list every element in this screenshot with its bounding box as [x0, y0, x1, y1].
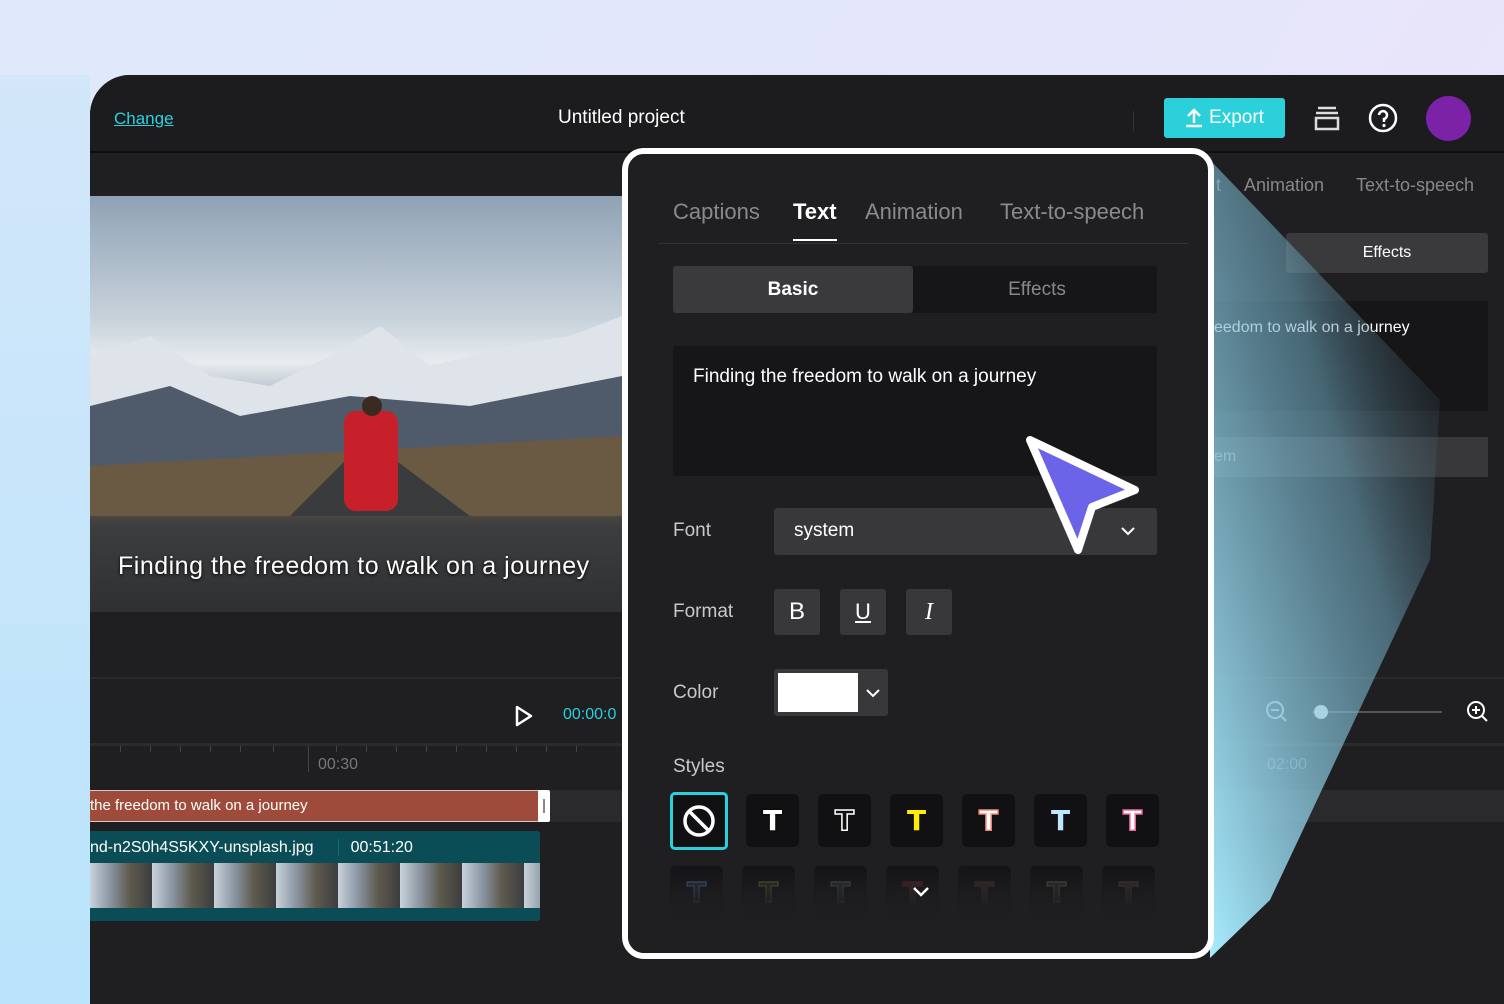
font-label: Font — [673, 520, 712, 541]
clip-filename: nd-n2S0h4S5KXY-unsplash.jpg — [90, 839, 314, 856]
basic-effects-toggle: Basic Effects — [673, 266, 1157, 313]
export-button[interactable]: Export — [1164, 98, 1285, 138]
background-text-panel: t Animation Text-to-speech Effects eedom… — [1210, 159, 1504, 759]
page-background — [0, 75, 90, 1004]
zoom-slider[interactable] — [1312, 711, 1442, 713]
italic-button[interactable]: I — [906, 589, 952, 635]
effects-segment[interactable]: Effects — [917, 266, 1157, 313]
tab-text-to-speech[interactable]: Text-to-speech — [1356, 175, 1474, 196]
project-title[interactable]: Untitled project — [558, 107, 685, 129]
help-icon[interactable] — [1368, 103, 1398, 133]
tab-text[interactable]: Text — [793, 199, 837, 241]
tab-animation[interactable]: Animation — [1244, 175, 1324, 196]
style-none[interactable] — [670, 792, 728, 850]
upload-icon — [1186, 108, 1203, 128]
styles-label: Styles — [673, 756, 725, 777]
caption-clip[interactable]: the freedom to walk on a journey — [90, 790, 548, 822]
ruler-label: 00:30 — [318, 756, 359, 773]
video-preview[interactable]: Finding the freedom to walk on a journey — [90, 196, 622, 612]
top-bar: Change Untitled project Export — [90, 75, 1504, 153]
clip-trim-handle[interactable] — [538, 790, 550, 822]
pointer-cursor-icon — [1026, 436, 1139, 554]
effects-segment[interactable]: Effects — [1286, 233, 1488, 273]
video-caption: Finding the freedom to walk on a journey — [118, 552, 590, 580]
font-value: system — [794, 520, 855, 541]
basic-segment[interactable]: Basic — [673, 266, 913, 313]
style-outline[interactable]: T — [818, 794, 871, 847]
color-picker[interactable] — [774, 669, 888, 716]
chevron-down-icon — [866, 689, 880, 698]
zoom-in-icon[interactable] — [1466, 700, 1490, 724]
color-swatch — [778, 673, 858, 712]
clip-thumbnails — [90, 863, 540, 908]
underline-button[interactable]: U — [840, 589, 886, 635]
zoom-slider-thumb[interactable] — [1314, 705, 1328, 719]
text-field[interactable]: eedom to walk on a journey — [1210, 301, 1488, 411]
tab-animation[interactable]: Animation — [865, 199, 963, 225]
expand-chevron-icon[interactable] — [912, 886, 930, 898]
panel-tabs: Captions Text Animation Text-to-speech — [658, 154, 1188, 244]
style-white[interactable]: T — [746, 794, 799, 847]
style-light-blue[interactable]: T — [1034, 794, 1087, 847]
export-label: Export — [1209, 107, 1264, 128]
font-select[interactable]: em — [1210, 437, 1488, 477]
color-label: Color — [673, 682, 719, 703]
change-link[interactable]: Change — [114, 109, 174, 129]
no-style-icon — [683, 805, 715, 837]
style-pink[interactable]: T — [1106, 794, 1159, 847]
format-label: Format — [673, 601, 734, 622]
zoom-out-icon[interactable] — [1265, 700, 1289, 724]
layers-icon[interactable] — [1312, 103, 1342, 133]
bold-button[interactable]: B — [774, 589, 820, 635]
tab-captions[interactable]: Captions — [673, 199, 760, 225]
mountain-photo — [90, 316, 622, 516]
style-salmon[interactable]: T — [962, 794, 1015, 847]
divider — [1133, 111, 1134, 131]
avatar[interactable] — [1426, 96, 1471, 141]
tab-text[interactable]: t — [1216, 175, 1221, 196]
video-clip[interactable]: nd-n2S0h4S5KXY-unsplash.jpg 00:51:20 — [90, 831, 540, 921]
tab-text-to-speech[interactable]: Text-to-speech — [1000, 199, 1144, 225]
current-time: 00:00:0 — [563, 706, 617, 723]
clip-duration: 00:51:20 — [337, 839, 413, 856]
style-yellow[interactable]: T — [890, 794, 943, 847]
play-icon[interactable] — [514, 705, 534, 727]
styles-fade — [628, 854, 1208, 953]
